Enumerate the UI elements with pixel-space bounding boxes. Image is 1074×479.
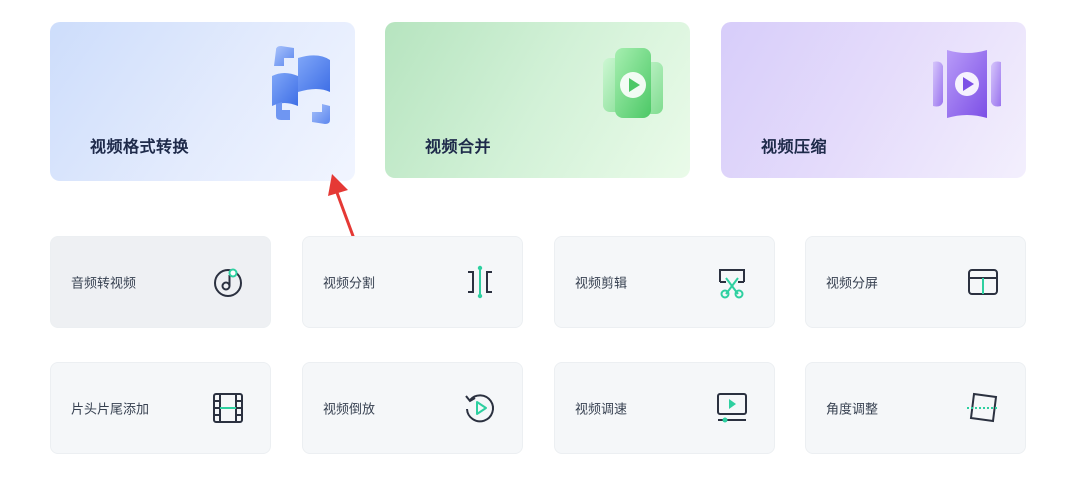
- split-screen-icon: [968, 269, 998, 295]
- video-compress-card[interactable]: 视频压缩: [721, 22, 1026, 178]
- tool-audio-to-video[interactable]: 音频转视频: [50, 236, 271, 328]
- tool-label: 角度调整: [826, 402, 879, 418]
- format-convert-card[interactable]: 视频格式转换: [50, 22, 355, 181]
- format-convert-icon: [272, 46, 330, 124]
- tool-label: 视频调速: [575, 402, 628, 418]
- card-label: 视频压缩: [761, 137, 828, 156]
- split-icon: [468, 265, 492, 299]
- speed-monitor-icon: [717, 393, 747, 423]
- tool-video-speed[interactable]: 视频调速: [554, 362, 775, 454]
- scissors-icon: [719, 269, 745, 299]
- music-disc-icon: [214, 268, 242, 297]
- tool-intro-outro[interactable]: 片头片尾添加: [50, 362, 271, 454]
- tool-video-split[interactable]: 视频分割: [302, 236, 523, 328]
- tool-label: 视频剪辑: [575, 276, 628, 292]
- tool-video-reverse[interactable]: 视频倒放: [302, 362, 523, 454]
- tool-label: 视频倒放: [323, 402, 376, 418]
- tool-label: 音频转视频: [71, 276, 137, 292]
- reverse-play-icon: [465, 394, 494, 423]
- tool-label: 片头片尾添加: [71, 402, 150, 418]
- video-merge-card[interactable]: 视频合并: [385, 22, 690, 178]
- tool-label: 视频分割: [323, 276, 376, 292]
- tool-label: 视频分屏: [826, 276, 879, 292]
- tool-video-edit[interactable]: 视频剪辑: [554, 236, 775, 328]
- tool-angle-adjust[interactable]: 角度调整: [805, 362, 1026, 454]
- tool-split-screen[interactable]: 视频分屏: [805, 236, 1026, 328]
- rotate-frame-icon: [967, 392, 999, 423]
- video-compress-icon: [933, 50, 1001, 118]
- film-strip-icon: [213, 393, 243, 423]
- card-label: 视频合并: [425, 137, 492, 156]
- card-label: 视频格式转换: [90, 137, 190, 156]
- video-merge-icon: [603, 48, 663, 118]
